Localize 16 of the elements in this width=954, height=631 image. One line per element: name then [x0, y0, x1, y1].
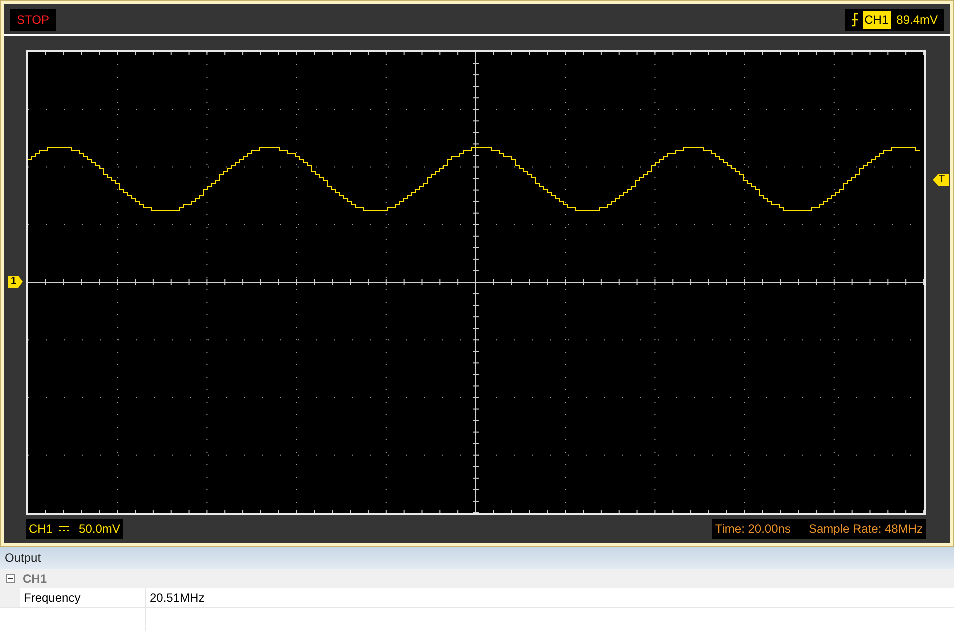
trigger-marker: T — [933, 174, 949, 186]
rising-edge-icon — [850, 13, 859, 27]
run-status: STOP — [10, 9, 56, 31]
group-name: CH1 — [23, 570, 48, 588]
dc-coupling-icon — [59, 526, 70, 532]
channel-marker: 1 — [8, 276, 23, 288]
scale-channel: CH1 — [29, 521, 54, 538]
scale-value: 50.0mV — [79, 521, 120, 538]
property-value: 20.51MHz — [146, 588, 954, 607]
property-label: Frequency — [20, 588, 146, 607]
trigger-level: 89.4mV — [896, 12, 938, 29]
collapse-icon[interactable] — [6, 574, 15, 583]
trigger-channel: CH1 — [862, 11, 891, 29]
time-base: Time: 20.00ns — [715, 521, 791, 538]
output-title: Output — [0, 547, 954, 569]
sample-rate: Sample Rate: 48MHz — [808, 521, 923, 538]
